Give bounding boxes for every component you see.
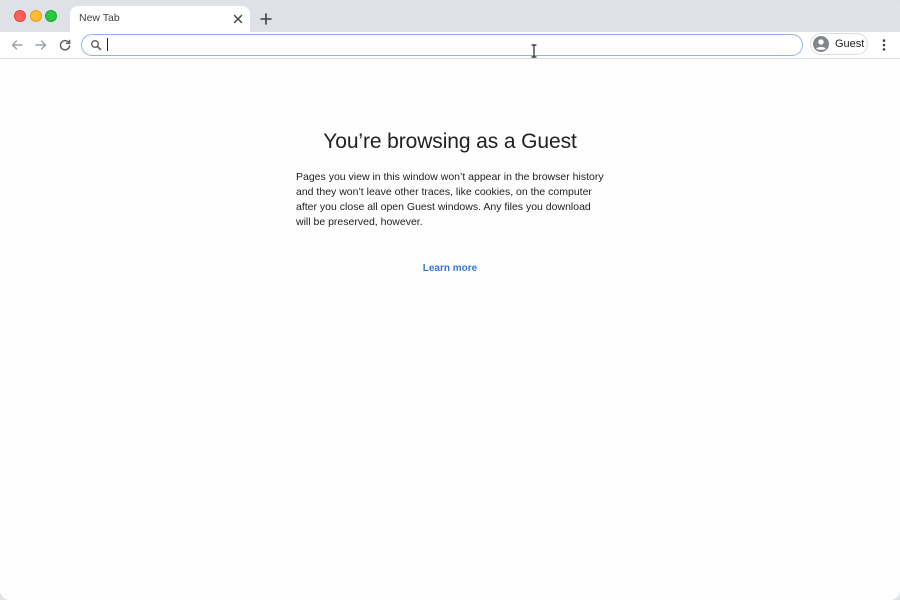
window-maximize-button[interactable] bbox=[45, 10, 57, 22]
page-title: You’re browsing as a Guest bbox=[323, 130, 577, 153]
vertical-dots-icon[interactable] bbox=[876, 36, 892, 54]
tab-new-tab[interactable]: New Tab bbox=[70, 6, 250, 32]
tab-strip: New Tab bbox=[0, 0, 900, 32]
guest-description: Pages you view in this window won’t appe… bbox=[296, 171, 604, 228]
text-caret bbox=[107, 38, 108, 51]
tab-title: New Tab bbox=[79, 12, 120, 24]
arrow-right-icon[interactable] bbox=[32, 36, 50, 54]
browser-window: New Tab Guest You’re browsing as a Guest… bbox=[0, 0, 900, 600]
person-avatar-icon bbox=[813, 36, 829, 52]
search-icon bbox=[89, 38, 103, 52]
reload-icon[interactable] bbox=[56, 36, 74, 54]
text-cursor-icon bbox=[531, 44, 537, 58]
address-input[interactable] bbox=[107, 36, 787, 54]
learn-more-link[interactable]: Learn more bbox=[0, 263, 900, 274]
arrow-left-icon[interactable] bbox=[8, 36, 26, 54]
window-minimize-button[interactable] bbox=[30, 10, 42, 22]
window-close-button[interactable] bbox=[14, 10, 26, 22]
profile-label: Guest bbox=[835, 38, 865, 50]
profile-button[interactable]: Guest bbox=[810, 33, 868, 55]
address-bar[interactable] bbox=[81, 34, 803, 58]
plus-icon[interactable] bbox=[257, 10, 275, 28]
browser-toolbar: Guest bbox=[0, 32, 900, 59]
close-icon[interactable] bbox=[230, 11, 246, 27]
guest-page: You’re browsing as a Guest Pages you vie… bbox=[0, 59, 900, 600]
